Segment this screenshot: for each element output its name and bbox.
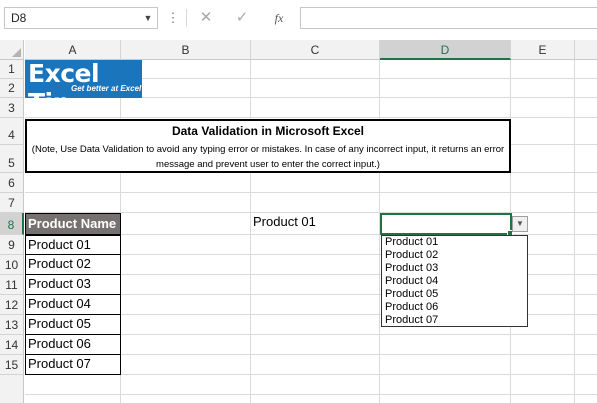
cancel-icon[interactable]: ✕ <box>190 7 222 29</box>
column-header-d[interactable]: D <box>380 40 511 60</box>
gridline-v <box>574 60 575 403</box>
excel-tip-logo: Excel Tip Get better at Excel <box>25 60 142 98</box>
product-cell[interactable]: Product 06 <box>25 335 121 355</box>
title-box: Data Validation in Microsoft Excel (Note… <box>25 119 511 173</box>
row-header-7[interactable]: 7 <box>0 193 24 213</box>
enter-icon[interactable]: ✓ <box>226 7 258 29</box>
row-header-8[interactable]: 8 <box>0 213 24 235</box>
row-header-9[interactable]: 9 <box>0 235 24 255</box>
gridline-h <box>25 394 597 395</box>
active-cell-d8[interactable] <box>380 213 512 235</box>
product-cell[interactable]: Product 07 <box>25 355 121 375</box>
dropdown-option[interactable]: Product 02 <box>385 249 438 262</box>
row-header-15[interactable]: 15 <box>0 355 24 375</box>
product-cell[interactable]: Product 01 <box>25 235 121 255</box>
logo-tagline: Get better at Excel <box>71 84 142 93</box>
column-header-e[interactable]: E <box>511 40 575 60</box>
product-cell[interactable]: Product 05 <box>25 315 121 335</box>
dropdown-option[interactable]: Product 04 <box>385 275 438 288</box>
product-cell[interactable]: Product 04 <box>25 295 121 315</box>
column-header-c[interactable]: C <box>251 40 380 60</box>
dropdown-option[interactable]: Product 05 <box>385 288 438 301</box>
product-cell[interactable]: Product 02 <box>25 255 121 275</box>
gridline-v <box>250 60 251 403</box>
row-header-3[interactable]: 3 <box>0 98 24 118</box>
column-header-b[interactable]: B <box>121 40 251 60</box>
dropdown-option[interactable]: Product 03 <box>385 262 438 275</box>
name-box-dropdown-icon[interactable]: ▼ <box>138 7 158 29</box>
insert-function-icon[interactable]: fx <box>262 7 296 29</box>
row-header-16-partial[interactable] <box>0 375 24 403</box>
validation-dropdown-list: Product 01 Product 02 Product 03 Product… <box>381 235 528 327</box>
row-header-4[interactable]: 4 <box>0 118 24 145</box>
product-cell[interactable]: Product 03 <box>25 275 121 295</box>
row-header-10[interactable]: 10 <box>0 255 24 275</box>
row-header-14[interactable]: 14 <box>0 335 24 355</box>
row-header-1[interactable]: 1 <box>0 60 24 79</box>
dropdown-arrow-icon[interactable]: ▼ <box>512 216 528 232</box>
name-box[interactable]: D8 <box>4 7 158 29</box>
column-header-a[interactable]: A <box>25 40 121 60</box>
row-header-2[interactable]: 2 <box>0 79 24 98</box>
gridline-h <box>25 192 597 193</box>
select-all-triangle-icon <box>12 48 21 57</box>
product-name-header[interactable]: Product Name <box>25 213 121 235</box>
sheet-title: Data Validation in Microsoft Excel <box>171 124 365 138</box>
column-header-f-partial[interactable] <box>575 40 597 60</box>
row-header-5[interactable]: 5 <box>0 145 24 173</box>
row-header-11[interactable]: 11 <box>0 275 24 295</box>
dropdown-option[interactable]: Product 01 <box>385 236 438 249</box>
gridline-h <box>25 117 597 118</box>
row-header-6[interactable]: 6 <box>0 173 24 193</box>
row-header-13[interactable]: 13 <box>0 315 24 335</box>
dropdown-option[interactable]: Product 06 <box>385 301 438 314</box>
formula-bar-divider <box>186 9 187 27</box>
dropdown-option[interactable]: Product 07 <box>385 314 438 327</box>
formula-input[interactable] <box>300 7 597 29</box>
cell-c8[interactable]: Product 01 <box>253 214 316 229</box>
more-options-icon[interactable]: ⋮ <box>166 7 180 29</box>
row-header-12[interactable]: 12 <box>0 295 24 315</box>
sheet-note: (Note, Use Data Validation to avoid any … <box>31 144 505 170</box>
